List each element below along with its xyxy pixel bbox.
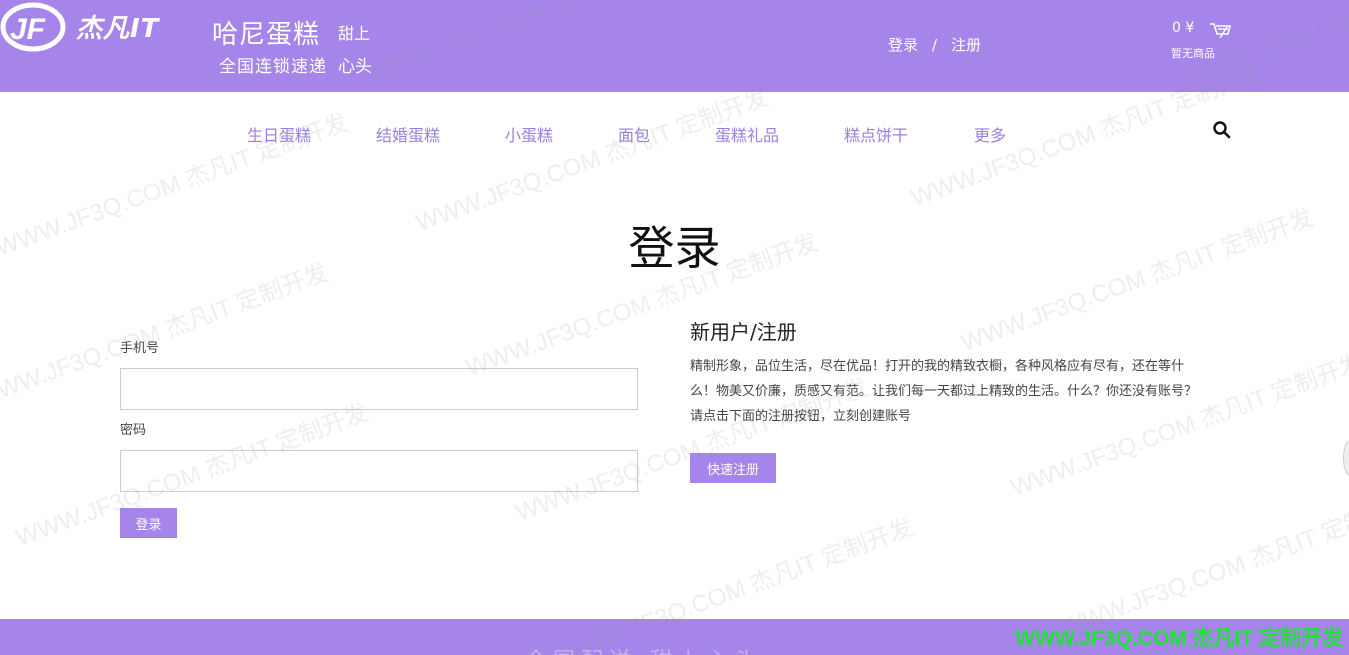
- auth-separator: /: [932, 36, 938, 54]
- slogan-line2: 全国连锁速递: [219, 57, 327, 77]
- header-login-link[interactable]: 登录: [888, 34, 918, 55]
- phone-label: 手机号: [120, 341, 160, 356]
- logo-text: 杰凡IT: [76, 14, 160, 44]
- logo-jf-icon: JF: [0, 2, 66, 52]
- nav-item-birthday-cake[interactable]: 生日蛋糕: [247, 122, 311, 146]
- register-description: 精制形象，品位生活，尽在优品！打开的我的精致衣橱，各种风格应有尽有，还在等什么！…: [690, 359, 1198, 424]
- phone-input[interactable]: [120, 368, 638, 410]
- password-input[interactable]: [120, 450, 638, 492]
- side-scroll-tab[interactable]: [1343, 440, 1349, 476]
- cart-empty-text: 暂无商品: [1171, 47, 1215, 60]
- nav-item-pastry[interactable]: 糕点饼干: [844, 122, 908, 146]
- footer-faint-text: 全国配送 甜上心头: [525, 643, 762, 655]
- register-title: 新用户/注册: [690, 320, 797, 344]
- nav-item-bread[interactable]: 面包: [618, 122, 650, 146]
- slogan-line2b: 心头: [338, 57, 372, 77]
- slogan-small: 甜上: [338, 24, 371, 43]
- header-register-link[interactable]: 注册: [951, 34, 981, 55]
- site-header: JF 杰凡IT 哈尼蛋糕 甜上 全国连锁速递 心头 登录 / 注册 0 ¥ 暂无商品: [0, 0, 1349, 92]
- search-icon[interactable]: [1212, 120, 1232, 140]
- footer-band: 全国配送 甜上心头: [0, 619, 1349, 655]
- nav-item-wedding-cake[interactable]: 结婚蛋糕: [376, 122, 440, 146]
- cart-total: 0 ¥: [1172, 20, 1195, 36]
- cart-widget[interactable]: 0 ¥ 暂无商品: [1171, 20, 1261, 64]
- logo[interactable]: JF 杰凡IT: [0, 2, 175, 52]
- password-label: 密码: [120, 423, 147, 438]
- page-title: 登录: [628, 221, 721, 275]
- nav-item-small-cake[interactable]: 小蛋糕: [505, 122, 553, 146]
- main-nav: 生日蛋糕 结婚蛋糕 小蛋糕 面包 蛋糕礼品 糕点饼干 更多: [0, 92, 1349, 170]
- shop-name: 哈尼蛋糕: [212, 20, 321, 50]
- quick-register-button[interactable]: 快速注册: [690, 453, 776, 483]
- svg-text:JF: JF: [10, 13, 46, 46]
- cart-icon: [1210, 23, 1231, 39]
- auth-links: 登录 / 注册: [888, 34, 981, 55]
- nav-item-cake-gifts[interactable]: 蛋糕礼品: [715, 122, 779, 146]
- login-submit-button[interactable]: 登录: [120, 508, 177, 538]
- nav-item-more[interactable]: 更多: [974, 122, 1006, 146]
